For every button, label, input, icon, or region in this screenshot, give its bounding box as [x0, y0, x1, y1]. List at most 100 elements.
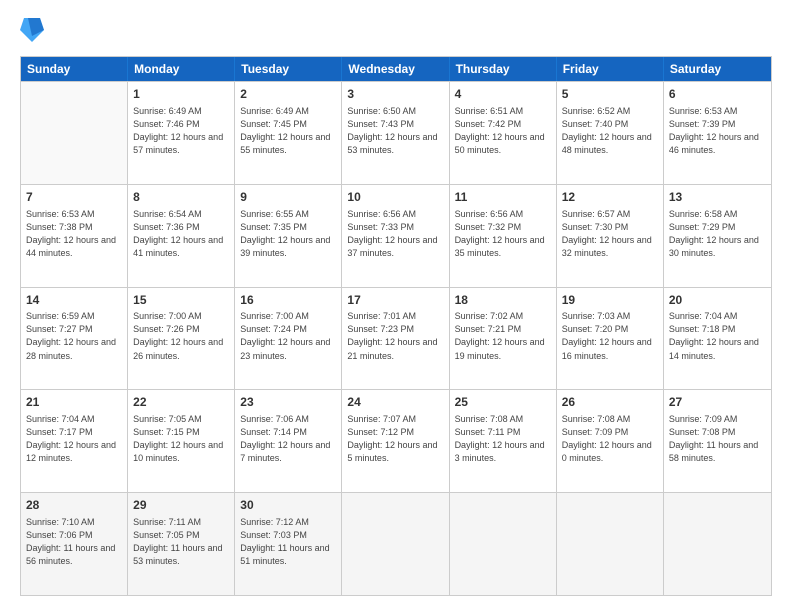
calendar-cell-24: 24 Sunrise: 7:07 AMSunset: 7:12 PMDayligh… [342, 390, 449, 492]
day-number: 12 [562, 189, 658, 206]
calendar-row-3: 14Sunrise: 6:59 AMSunset: 7:27 PMDayligh… [21, 287, 771, 390]
calendar-cell-21: 21 Sunrise: 7:04 AMSunset: 7:17 PMDayligh… [21, 390, 128, 492]
day-info: Sunrise: 6:54 AMSunset: 7:36 PMDaylight:… [133, 208, 229, 260]
calendar-cell-empty-4-4 [450, 493, 557, 595]
header-day-sunday: Sunday [21, 57, 128, 81]
calendar-row-5: 28 Sunrise: 7:10 AMSunset: 7:06 PMDayligh… [21, 492, 771, 595]
day-number: 16 [240, 292, 336, 309]
calendar-cell-9: 9 Sunrise: 6:55 AMSunset: 7:35 PMDaylight… [235, 185, 342, 287]
page: SundayMondayTuesdayWednesdayThursdayFrid… [0, 0, 792, 612]
day-number: 15 [133, 292, 229, 309]
calendar-row-1: 1Sunrise: 6:49 AMSunset: 7:46 PMDaylight… [21, 81, 771, 184]
day-info: Sunrise: 6:53 AMSunset: 7:38 PMDaylight:… [26, 208, 122, 260]
day-info: Sunrise: 6:49 AMSunset: 7:45 PMDaylight:… [240, 105, 336, 157]
day-number: 18 [455, 292, 551, 309]
calendar-cell-empty-4-6 [664, 493, 771, 595]
day-info: Sunrise: 7:08 AMSunset: 7:11 PMDaylight:… [455, 413, 551, 465]
calendar-body: 1Sunrise: 6:49 AMSunset: 7:46 PMDaylight… [21, 81, 771, 595]
calendar-cell-22: 22 Sunrise: 7:05 AMSunset: 7:15 PMDayligh… [128, 390, 235, 492]
day-number: 23 [240, 394, 336, 411]
day-number: 22 [133, 394, 229, 411]
day-number: 30 [240, 497, 336, 514]
day-number: 5 [562, 86, 658, 103]
calendar-cell-empty-0-0 [21, 82, 128, 184]
day-number: 14 [26, 292, 122, 309]
calendar-cell-26: 26 Sunrise: 7:08 AMSunset: 7:09 PMDayligh… [557, 390, 664, 492]
calendar-cell-14: 14Sunrise: 6:59 AMSunset: 7:27 PMDayligh… [21, 288, 128, 390]
calendar-header: SundayMondayTuesdayWednesdayThursdayFrid… [21, 57, 771, 81]
day-number: 20 [669, 292, 766, 309]
calendar-cell-3: 3Sunrise: 6:50 AMSunset: 7:43 PMDaylight… [342, 82, 449, 184]
day-info: Sunrise: 7:09 AMSunset: 7:08 PMDaylight:… [669, 413, 766, 465]
day-info: Sunrise: 6:56 AMSunset: 7:32 PMDaylight:… [455, 208, 551, 260]
day-number: 28 [26, 497, 122, 514]
day-info: Sunrise: 7:11 AMSunset: 7:05 PMDaylight:… [133, 516, 229, 568]
day-number: 6 [669, 86, 766, 103]
day-number: 13 [669, 189, 766, 206]
day-info: Sunrise: 7:12 AMSunset: 7:03 PMDaylight:… [240, 516, 336, 568]
day-info: Sunrise: 7:10 AMSunset: 7:06 PMDaylight:… [26, 516, 122, 568]
calendar-cell-6: 6 Sunrise: 6:53 AMSunset: 7:39 PMDaylight… [664, 82, 771, 184]
calendar-cell-27: 27 Sunrise: 7:09 AMSunset: 7:08 PMDayligh… [664, 390, 771, 492]
calendar-cell-16: 16Sunrise: 7:00 AMSunset: 7:24 PMDayligh… [235, 288, 342, 390]
calendar-cell-8: 8 Sunrise: 6:54 AMSunset: 7:36 PMDaylight… [128, 185, 235, 287]
calendar-cell-5: 5 Sunrise: 6:52 AMSunset: 7:40 PMDaylight… [557, 82, 664, 184]
day-number: 2 [240, 86, 336, 103]
day-number: 27 [669, 394, 766, 411]
calendar-cell-25: 25 Sunrise: 7:08 AMSunset: 7:11 PMDayligh… [450, 390, 557, 492]
calendar-cell-29: 29 Sunrise: 7:11 AMSunset: 7:05 PMDayligh… [128, 493, 235, 595]
calendar: SundayMondayTuesdayWednesdayThursdayFrid… [20, 56, 772, 596]
calendar-cell-28: 28 Sunrise: 7:10 AMSunset: 7:06 PMDayligh… [21, 493, 128, 595]
day-info: Sunrise: 6:53 AMSunset: 7:39 PMDaylight:… [669, 105, 766, 157]
calendar-cell-10: 10 Sunrise: 6:56 AMSunset: 7:33 PMDayligh… [342, 185, 449, 287]
header-day-wednesday: Wednesday [342, 57, 449, 81]
logo [20, 16, 48, 44]
calendar-cell-1: 1Sunrise: 6:49 AMSunset: 7:46 PMDaylight… [128, 82, 235, 184]
day-number: 24 [347, 394, 443, 411]
day-info: Sunrise: 7:05 AMSunset: 7:15 PMDaylight:… [133, 413, 229, 465]
day-info: Sunrise: 6:55 AMSunset: 7:35 PMDaylight:… [240, 208, 336, 260]
day-number: 7 [26, 189, 122, 206]
calendar-cell-empty-4-5 [557, 493, 664, 595]
day-info: Sunrise: 7:01 AMSunset: 7:23 PMDaylight:… [347, 310, 443, 362]
calendar-cell-11: 11Sunrise: 6:56 AMSunset: 7:32 PMDayligh… [450, 185, 557, 287]
header-day-saturday: Saturday [664, 57, 771, 81]
day-info: Sunrise: 7:00 AMSunset: 7:24 PMDaylight:… [240, 310, 336, 362]
day-number: 29 [133, 497, 229, 514]
day-info: Sunrise: 7:03 AMSunset: 7:20 PMDaylight:… [562, 310, 658, 362]
day-number: 21 [26, 394, 122, 411]
day-number: 19 [562, 292, 658, 309]
header-day-tuesday: Tuesday [235, 57, 342, 81]
day-number: 10 [347, 189, 443, 206]
calendar-row-4: 21 Sunrise: 7:04 AMSunset: 7:17 PMDayligh… [21, 389, 771, 492]
day-info: Sunrise: 6:56 AMSunset: 7:33 PMDaylight:… [347, 208, 443, 260]
calendar-cell-17: 17Sunrise: 7:01 AMSunset: 7:23 PMDayligh… [342, 288, 449, 390]
day-number: 8 [133, 189, 229, 206]
calendar-row-2: 7 Sunrise: 6:53 AMSunset: 7:38 PMDaylight… [21, 184, 771, 287]
calendar-cell-15: 15Sunrise: 7:00 AMSunset: 7:26 PMDayligh… [128, 288, 235, 390]
day-number: 4 [455, 86, 551, 103]
day-info: Sunrise: 6:59 AMSunset: 7:27 PMDaylight:… [26, 310, 122, 362]
day-info: Sunrise: 7:02 AMSunset: 7:21 PMDaylight:… [455, 310, 551, 362]
calendar-cell-12: 12Sunrise: 6:57 AMSunset: 7:30 PMDayligh… [557, 185, 664, 287]
day-number: 25 [455, 394, 551, 411]
header-day-monday: Monday [128, 57, 235, 81]
header-day-friday: Friday [557, 57, 664, 81]
day-number: 9 [240, 189, 336, 206]
day-info: Sunrise: 7:08 AMSunset: 7:09 PMDaylight:… [562, 413, 658, 465]
calendar-cell-2: 2 Sunrise: 6:49 AMSunset: 7:45 PMDaylight… [235, 82, 342, 184]
calendar-cell-13: 13Sunrise: 6:58 AMSunset: 7:29 PMDayligh… [664, 185, 771, 287]
day-info: Sunrise: 7:04 AMSunset: 7:17 PMDaylight:… [26, 413, 122, 465]
calendar-cell-7: 7 Sunrise: 6:53 AMSunset: 7:38 PMDaylight… [21, 185, 128, 287]
header-day-thursday: Thursday [450, 57, 557, 81]
day-number: 26 [562, 394, 658, 411]
day-number: 3 [347, 86, 443, 103]
day-info: Sunrise: 7:04 AMSunset: 7:18 PMDaylight:… [669, 310, 766, 362]
calendar-cell-23: 23 Sunrise: 7:06 AMSunset: 7:14 PMDayligh… [235, 390, 342, 492]
day-info: Sunrise: 6:52 AMSunset: 7:40 PMDaylight:… [562, 105, 658, 157]
day-info: Sunrise: 7:06 AMSunset: 7:14 PMDaylight:… [240, 413, 336, 465]
calendar-cell-18: 18Sunrise: 7:02 AMSunset: 7:21 PMDayligh… [450, 288, 557, 390]
calendar-cell-30: 30 Sunrise: 7:12 AMSunset: 7:03 PMDayligh… [235, 493, 342, 595]
day-info: Sunrise: 7:07 AMSunset: 7:12 PMDaylight:… [347, 413, 443, 465]
day-info: Sunrise: 6:51 AMSunset: 7:42 PMDaylight:… [455, 105, 551, 157]
